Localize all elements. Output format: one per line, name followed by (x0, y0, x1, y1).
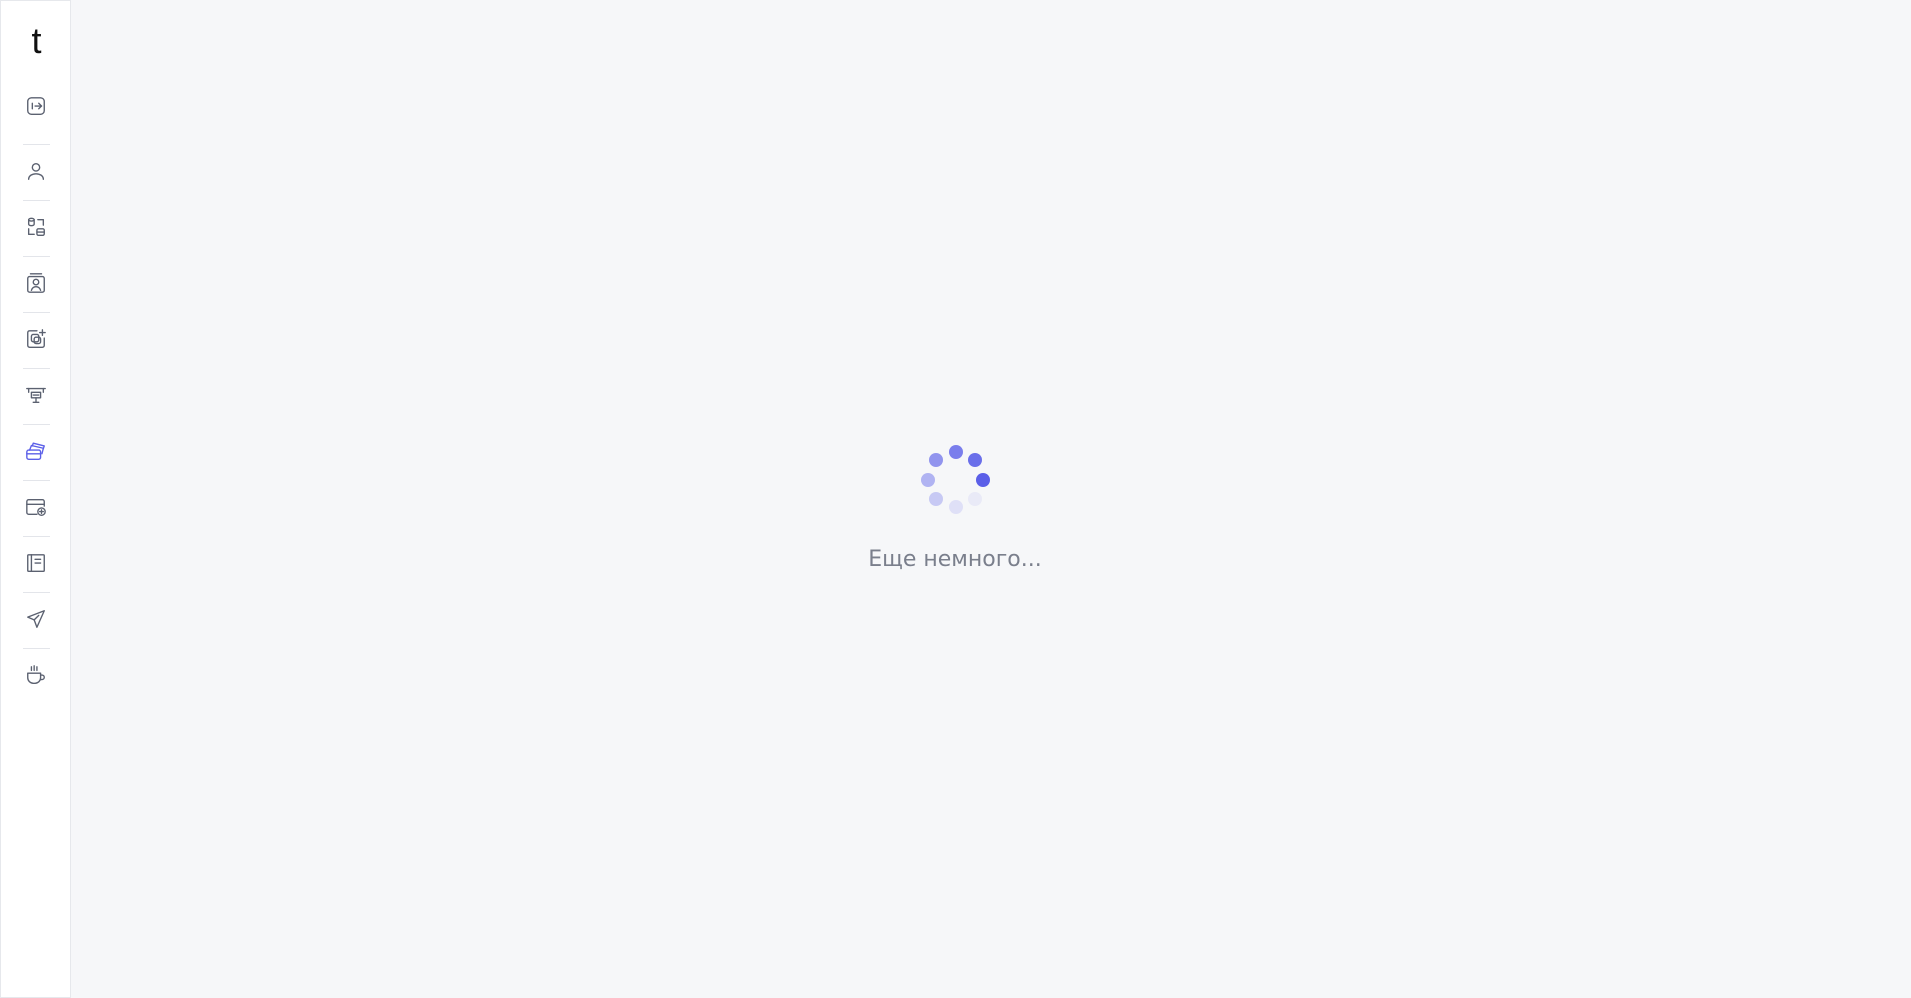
spinner-dot (968, 492, 982, 506)
app-root: t Еще немного... (0, 0, 1911, 998)
spinner-dot (976, 473, 990, 487)
spinner-dot (929, 453, 943, 467)
spinner-dot (949, 500, 963, 514)
spinner-dot (949, 445, 963, 459)
spinner-dot (921, 473, 935, 487)
spinner-dot (968, 453, 982, 467)
loading-spinner (921, 445, 990, 514)
loading-text: Еще немного... (868, 547, 1042, 572)
spinner-dot (929, 492, 943, 506)
